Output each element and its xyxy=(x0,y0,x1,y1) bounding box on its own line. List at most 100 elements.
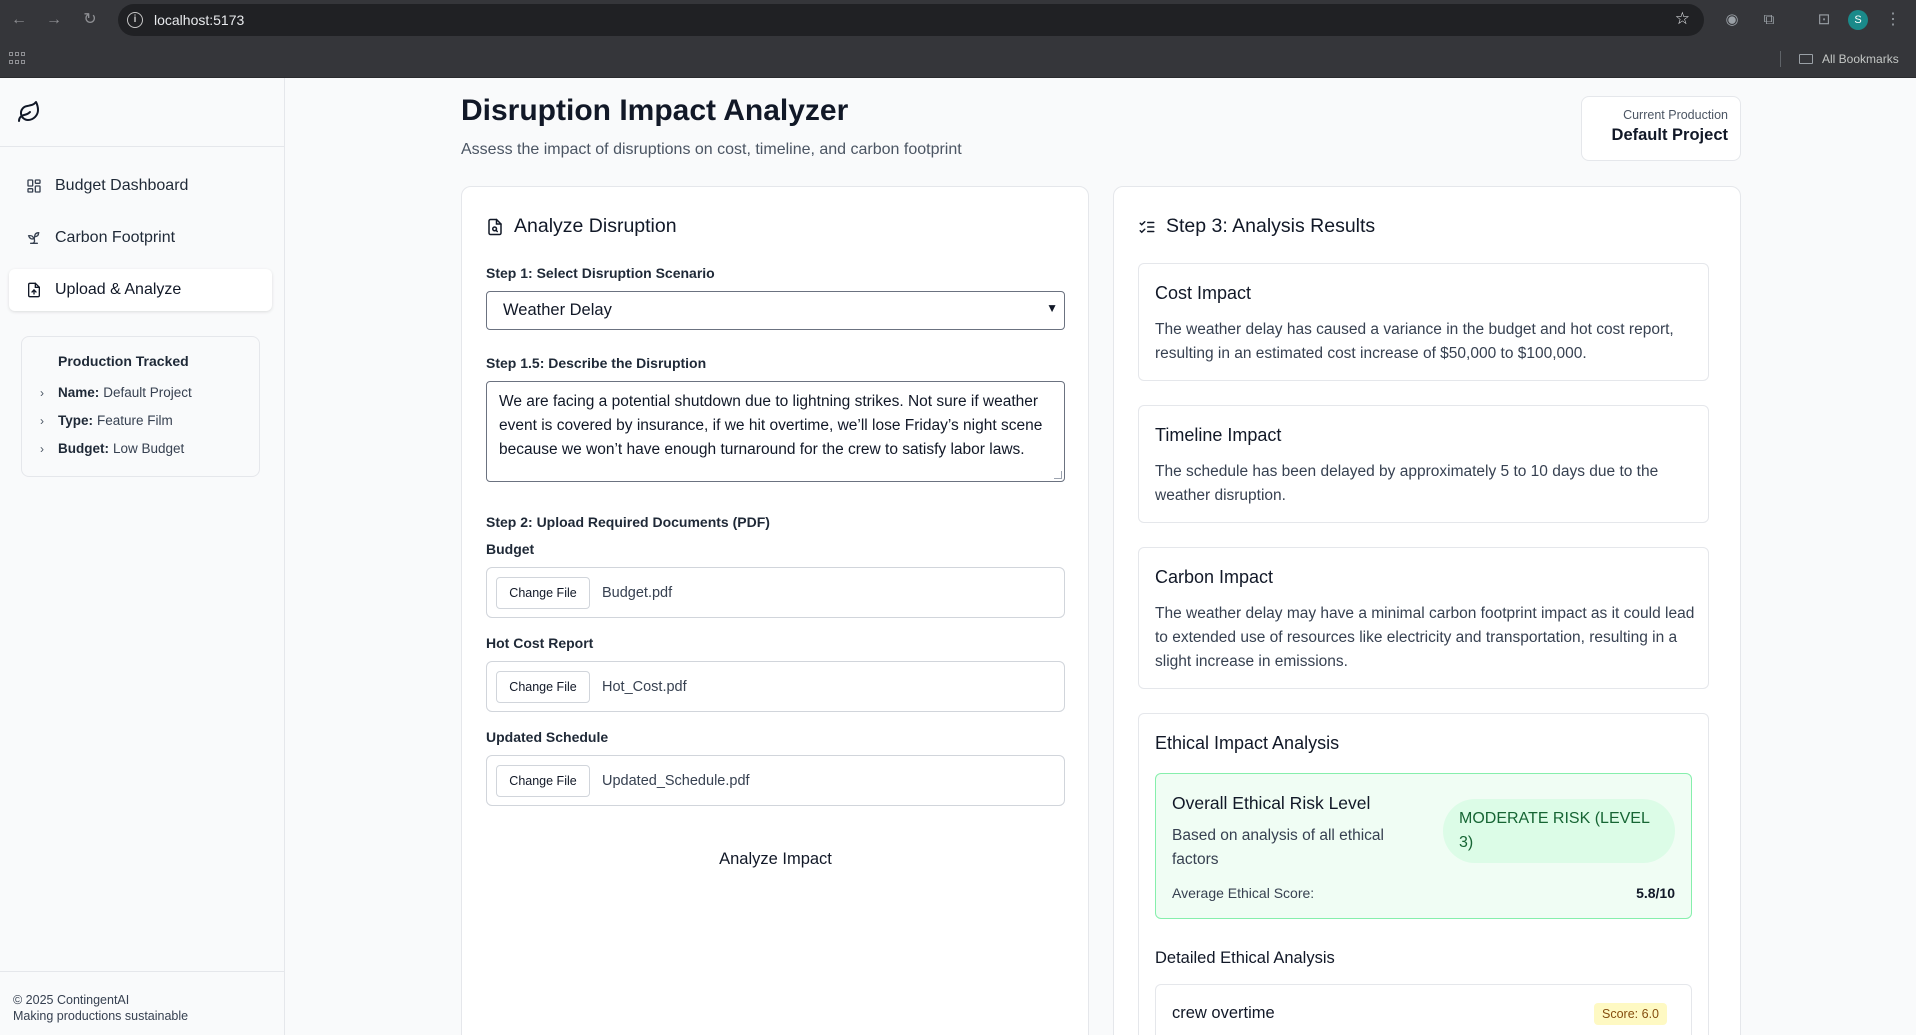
tracked-budget-row[interactable]: › Budget: Low Budget xyxy=(40,441,184,456)
file-upload-icon xyxy=(25,282,42,299)
extension-record-icon[interactable]: ◉ xyxy=(1722,10,1742,30)
browser-menu-icon[interactable]: ⋮ xyxy=(1885,9,1901,29)
forward-icon[interactable]: → xyxy=(43,9,65,31)
chevron-down-icon: ▼ xyxy=(1046,301,1058,315)
reload-icon[interactable]: ↻ xyxy=(79,9,101,31)
schedule-file-input[interactable]: Change File Updated_Schedule.pdf xyxy=(486,755,1065,806)
bookmarks-divider xyxy=(1780,51,1781,67)
dashboard-grid-icon xyxy=(25,178,42,195)
overall-risk-box: Overall Ethical Risk Level Based on anal… xyxy=(1155,773,1692,919)
hot-cost-change-file-button[interactable]: Change File xyxy=(496,670,590,703)
chevron-right-icon: › xyxy=(40,385,44,400)
sidebar-logo-row xyxy=(0,78,284,147)
results-card-title: Step 3: Analysis Results xyxy=(1138,215,1375,238)
budget-file-name: Budget.pdf xyxy=(602,584,673,601)
page-title: Disruption Impact Analyzer xyxy=(461,94,849,127)
schedule-file-name: Updated_Schedule.pdf xyxy=(602,772,750,789)
ethical-item-crew-overtime[interactable]: crew overtime Score: 6.0 xyxy=(1155,984,1692,1035)
file-search-icon xyxy=(486,218,504,236)
results-title-text: Step 3: Analysis Results xyxy=(1166,215,1376,237)
tracked-type-row[interactable]: › Type: Feature Film xyxy=(40,413,173,428)
ethical-impact-box: Ethical Impact Analysis Overall Ethical … xyxy=(1138,713,1709,1035)
browser-toolbar: ← → ↻ i localhost:5173 ☆ ◉ ⧉ ⊡ S ⋮ xyxy=(0,0,1916,40)
timeline-impact-box: Timeline Impact The schedule has been de… xyxy=(1138,405,1709,523)
budget-change-file-button[interactable]: Change File xyxy=(496,576,590,609)
step2-label: Step 2: Upload Required Documents (PDF) xyxy=(486,514,770,530)
current-production-card: Current Production Default Project xyxy=(1581,96,1741,161)
average-score-value: 5.8/10 xyxy=(1636,885,1675,901)
cost-impact-title: Cost Impact xyxy=(1155,283,1252,303)
tracked-key: Name: xyxy=(58,385,100,400)
leaf-icon[interactable] xyxy=(17,100,41,129)
cast-icon[interactable]: ⊡ xyxy=(1814,10,1834,30)
overall-risk-desc: Based on analysis of all ethical factors xyxy=(1172,827,1384,868)
timeline-impact-title: Timeline Impact xyxy=(1155,425,1282,445)
carbon-impact-title: Carbon Impact xyxy=(1155,567,1274,587)
description-text: We are facing a potential shutdown due t… xyxy=(499,393,1043,458)
carbon-impact-box: Carbon Impact The weather delay may have… xyxy=(1138,547,1709,689)
production-tracked-title: Production Tracked xyxy=(58,353,189,369)
page-subtitle: Assess the impact of disruptions on cost… xyxy=(461,141,962,158)
production-tracked-panel: Production Tracked › Name: Default Proje… xyxy=(21,336,260,477)
tagline-text: Making productions sustainable xyxy=(13,1009,189,1023)
step15-label: Step 1.5: Describe the Disruption xyxy=(486,355,707,371)
nav-upload-analyze[interactable]: Upload & Analyze xyxy=(9,269,272,311)
extensions-puzzle-icon[interactable]: ⧉ xyxy=(1759,10,1779,30)
carbon-impact-text: The weather delay may have a minimal car… xyxy=(1155,605,1695,670)
scenario-select[interactable]: Weather Delay ▼ xyxy=(486,291,1065,330)
chevron-right-icon: › xyxy=(40,441,44,456)
schedule-change-file-button[interactable]: Change File xyxy=(496,764,590,797)
tracked-key: Type: xyxy=(58,413,94,428)
analysis-results-card: Step 3: Analysis Results Cost Impact The… xyxy=(1113,186,1741,1035)
disruption-description-textarea[interactable]: We are facing a potential shutdown due t… xyxy=(486,381,1065,482)
ethical-score-badge: Score: 6.0 xyxy=(1594,1003,1667,1025)
budget-file-label: Budget xyxy=(486,541,535,557)
sidebar-footer: © 2025 ContingentAI Making productions s… xyxy=(0,971,284,1035)
copyright-text: © 2025 ContingentAI xyxy=(13,993,130,1007)
analyze-impact-button[interactable]: Analyze Impact xyxy=(486,839,1065,879)
risk-level-badge: MODERATE RISK (LEVEL 3) xyxy=(1443,799,1675,863)
tracked-name-row[interactable]: › Name: Default Project xyxy=(40,385,192,400)
current-production-value: Default Project xyxy=(1611,126,1728,144)
analyze-disruption-card: Analyze Disruption Step 1: Select Disrup… xyxy=(461,186,1089,1035)
tracked-key: Budget: xyxy=(58,441,109,456)
nav-label: Budget Dashboard xyxy=(55,177,189,194)
analyze-title-text: Analyze Disruption xyxy=(514,215,677,237)
overall-risk-title: Overall Ethical Risk Level xyxy=(1172,793,1371,813)
list-checks-icon xyxy=(1138,218,1156,236)
address-bar[interactable]: i localhost:5173 ☆ xyxy=(118,4,1704,36)
hot-cost-file-label: Hot Cost Report xyxy=(486,635,594,651)
nav-budget-dashboard[interactable]: Budget Dashboard xyxy=(9,165,272,207)
cost-impact-text: The weather delay has caused a variance … xyxy=(1155,321,1674,362)
average-score-label: Average Ethical Score: xyxy=(1172,885,1315,901)
profile-avatar[interactable]: S xyxy=(1848,10,1868,30)
back-icon[interactable]: ← xyxy=(8,9,30,31)
detailed-analysis-title: Detailed Ethical Analysis xyxy=(1155,949,1335,967)
schedule-file-label: Updated Schedule xyxy=(486,729,609,745)
current-production-label: Current Production xyxy=(1623,108,1728,122)
cost-impact-box: Cost Impact The weather delay has caused… xyxy=(1138,263,1709,381)
nav-label: Upload & Analyze xyxy=(55,281,182,298)
ethical-impact-title: Ethical Impact Analysis xyxy=(1155,733,1340,753)
step1-label: Step 1: Select Disruption Scenario xyxy=(486,265,715,281)
tracked-value: Default Project xyxy=(103,385,192,400)
sidebar: Budget Dashboard Carbon Footprint Upload… xyxy=(0,78,285,1035)
url-text[interactable]: localhost:5173 xyxy=(154,12,244,28)
budget-file-input[interactable]: Change File Budget.pdf xyxy=(486,567,1065,618)
nav-label: Carbon Footprint xyxy=(55,229,176,246)
bookmark-star-icon[interactable]: ☆ xyxy=(1675,9,1690,29)
scenario-selected-value: Weather Delay xyxy=(503,301,612,319)
hot-cost-file-input[interactable]: Change File Hot_Cost.pdf xyxy=(486,661,1065,712)
bookmarks-bar: All Bookmarks xyxy=(0,40,1916,78)
chevron-right-icon: › xyxy=(40,413,44,428)
resize-handle-icon[interactable] xyxy=(1054,471,1062,479)
tracked-value: Low Budget xyxy=(113,441,185,456)
timeline-impact-text: The schedule has been delayed by approxi… xyxy=(1155,463,1659,504)
analyze-card-title: Analyze Disruption xyxy=(486,215,677,238)
nav-carbon-footprint[interactable]: Carbon Footprint xyxy=(9,217,272,259)
folder-icon xyxy=(1799,54,1813,64)
all-bookmarks-link[interactable]: All Bookmarks xyxy=(1822,52,1899,66)
ethical-item-name: crew overtime xyxy=(1172,1004,1275,1022)
apps-grid-icon[interactable] xyxy=(9,52,25,66)
site-info-icon[interactable]: i xyxy=(127,12,143,28)
